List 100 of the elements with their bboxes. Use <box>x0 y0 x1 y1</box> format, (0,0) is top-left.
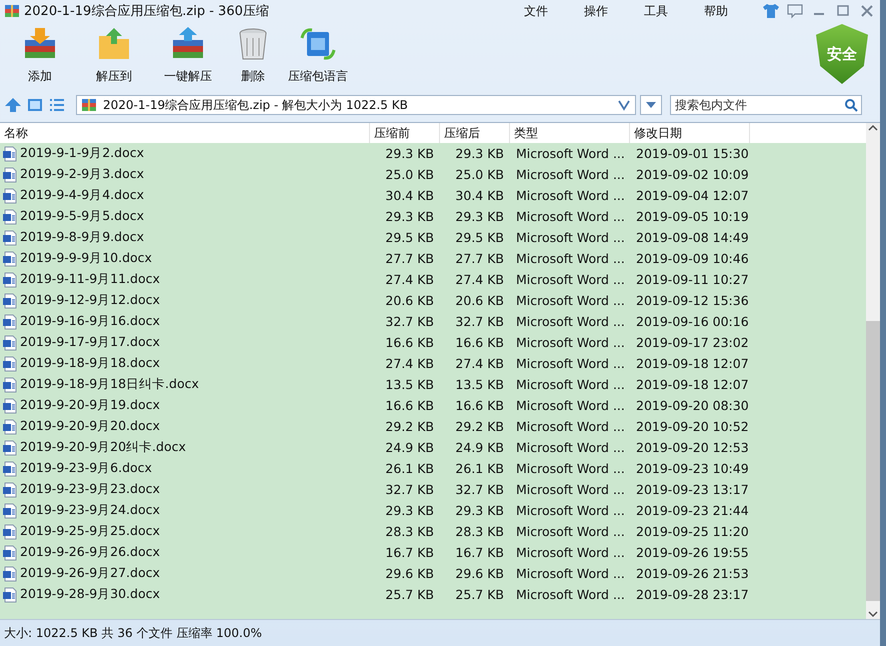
scrollbar-thumb[interactable] <box>866 321 880 601</box>
table-cell-text: Microsoft Word ... <box>515 335 626 350</box>
column-header[interactable]: 类型 <box>510 123 630 143</box>
search-field[interactable]: 搜索包内文件 <box>670 95 862 115</box>
table-cell-text: 2019-09-08 14:49 <box>635 230 750 245</box>
shirt-icon[interactable] <box>762 3 780 19</box>
table-cell-text: 2019-09-20 10:52 <box>635 419 750 434</box>
table-cell-text: 25.0 KB <box>384 167 435 182</box>
word-document-icon <box>2 398 18 414</box>
word-document-icon <box>2 524 18 540</box>
menu-item[interactable]: 文件 <box>524 2 548 20</box>
file-name-cell[interactable]: 2019-9-23-9月6.docx <box>0 460 370 477</box>
table-cell-text: 16.6 KB <box>384 398 435 413</box>
word-document-icon <box>2 566 18 582</box>
table-cell-text: 27.4 KB <box>454 272 505 287</box>
up-arrow-icon[interactable] <box>4 97 22 113</box>
table-cell-text: Microsoft Word ... <box>515 314 626 329</box>
file-name-cell[interactable]: 2019-9-17-9月17.docx <box>0 334 370 351</box>
toolbar-button[interactable]: 删除 <box>232 26 274 85</box>
table-cell-text: 32.7 KB <box>454 482 505 497</box>
word-document-icon <box>2 502 18 518</box>
file-name-cell[interactable]: 2019-9-20-9月20.docx <box>0 418 370 435</box>
toolbar-button[interactable]: 解压到 <box>84 26 144 85</box>
chevron-down-icon[interactable] <box>617 99 631 111</box>
table-cell-text: 27.4 KB <box>454 356 505 371</box>
column-header[interactable]: 压缩后 <box>440 123 510 143</box>
file-name-cell[interactable]: 2019-9-8-9月9.docx <box>0 229 370 246</box>
table-cell-text: 2019-09-20 12:53 <box>635 440 750 455</box>
menu-item[interactable]: 工具 <box>644 2 668 20</box>
file-name-cell[interactable]: 2019-9-23-9月23.docx <box>0 481 370 498</box>
table-cell-text: 32.7 KB <box>384 314 435 329</box>
word-document-icon <box>2 460 18 476</box>
toolbar-button[interactable]: 压缩包语言 <box>288 26 348 85</box>
table-cell-text: Microsoft Word ... <box>515 230 626 245</box>
word-document-icon <box>2 356 18 372</box>
folder-icon <box>96 26 132 62</box>
word-document-icon <box>2 166 18 182</box>
table-cell-text: Microsoft Word ... <box>515 440 626 455</box>
table-cell-text: 32.7 KB <box>384 482 435 497</box>
status-bar: 大小: 1022.5 KB 共 36 个文件 压缩率 100.0% <box>0 619 880 646</box>
table-cell-text: 16.6 KB <box>454 398 505 413</box>
file-name-cell[interactable]: 2019-9-16-9月16.docx <box>0 313 370 330</box>
table-cell-text: 2019-09-11 10:27 <box>635 272 750 287</box>
table-cell-text: 2019-09-18 12:07 <box>635 356 750 371</box>
file-name-cell[interactable]: 2019-9-23-9月24.docx <box>0 502 370 519</box>
table-cell-text: 29.5 KB <box>384 230 435 245</box>
word-document-icon <box>2 250 18 266</box>
column-header[interactable]: 修改日期 <box>630 123 750 143</box>
file-name-cell[interactable]: 2019-9-9-9月10.docx <box>0 250 370 267</box>
word-document-icon <box>2 208 18 224</box>
file-name-cell[interactable]: 2019-9-25-9月25.docx <box>0 523 370 540</box>
file-name-cell[interactable]: 2019-9-28-9月30.docx <box>0 586 370 603</box>
file-name-cell[interactable]: 2019-9-5-9月5.docx <box>0 208 370 225</box>
table-cell-text: 27.7 KB <box>384 251 435 266</box>
column-header[interactable]: 名称 <box>0 123 370 143</box>
list-view-icon[interactable] <box>48 97 66 113</box>
chevron-up-icon[interactable] <box>867 123 879 133</box>
table-cell-text: Microsoft Word ... <box>515 524 626 539</box>
file-name-cell[interactable]: 2019-9-11-9月11.docx <box>0 271 370 288</box>
toolbar-button[interactable]: 添加 <box>10 26 70 85</box>
table-cell-text: 20.6 KB <box>384 293 435 308</box>
search-icon[interactable] <box>844 98 858 112</box>
file-name-cell[interactable]: 2019-9-20-9月20纠卡.docx <box>0 439 370 456</box>
word-document-icon <box>2 376 18 392</box>
table-cell-text: Microsoft Word ... <box>515 398 626 413</box>
table-cell-text: 16.6 KB <box>384 335 435 350</box>
file-name-cell[interactable]: 2019-9-12-9月12.docx <box>0 292 370 309</box>
table-cell-text: 29.3 KB <box>454 146 505 161</box>
table-cell-text: Microsoft Word ... <box>515 587 626 602</box>
archive-icon <box>81 97 97 113</box>
dropdown-button[interactable] <box>640 95 662 115</box>
table-cell-text: 29.3 KB <box>384 146 435 161</box>
menu-item[interactable]: 帮助 <box>704 2 728 20</box>
menu-item[interactable]: 操作 <box>584 2 608 20</box>
table-cell-text: 16.6 KB <box>454 335 505 350</box>
file-name-cell[interactable]: 2019-9-26-9月26.docx <box>0 544 370 561</box>
table-cell-text: 28.3 KB <box>384 524 435 539</box>
file-name-cell[interactable]: 2019-9-18-9月18日纠卡.docx <box>0 376 370 393</box>
table-cell-text: 24.9 KB <box>454 440 505 455</box>
file-name-cell[interactable]: 2019-9-18-9月18.docx <box>0 355 370 372</box>
table-cell-text: 2019-09-28 23:17 <box>635 587 750 602</box>
file-name-cell[interactable]: 2019-9-4-9月4.docx <box>0 187 370 204</box>
file-name-cell[interactable]: 2019-9-20-9月19.docx <box>0 397 370 414</box>
table-cell-text: 2019-09-16 00:16 <box>635 314 750 329</box>
address-field[interactable]: 2020-1-19综合应用压缩包.zip - 解包大小为 1022.5 KB <box>76 95 636 115</box>
table-cell-text: 32.7 KB <box>454 314 505 329</box>
archive-icon <box>4 3 20 19</box>
file-name-cell[interactable]: 2019-9-2-9月3.docx <box>0 166 370 183</box>
scrollbar[interactable] <box>866 123 880 619</box>
large-view-icon[interactable] <box>26 97 44 113</box>
file-name-cell[interactable]: 2019-9-26-9月27.docx <box>0 565 370 582</box>
table-cell-text: 29.3 KB <box>384 503 435 518</box>
table-cell-text: 25.7 KB <box>454 587 505 602</box>
table-cell-text: 2019-09-25 11:20 <box>635 524 750 539</box>
chevron-down-icon[interactable] <box>867 609 879 619</box>
message-icon[interactable] <box>786 3 804 19</box>
table-cell-text: 29.2 KB <box>454 419 505 434</box>
toolbar-button[interactable]: 一键解压 <box>158 26 218 85</box>
column-header[interactable]: 压缩前 <box>370 123 440 143</box>
file-name-cell[interactable]: 2019-9-1-9月2.docx <box>0 145 370 162</box>
